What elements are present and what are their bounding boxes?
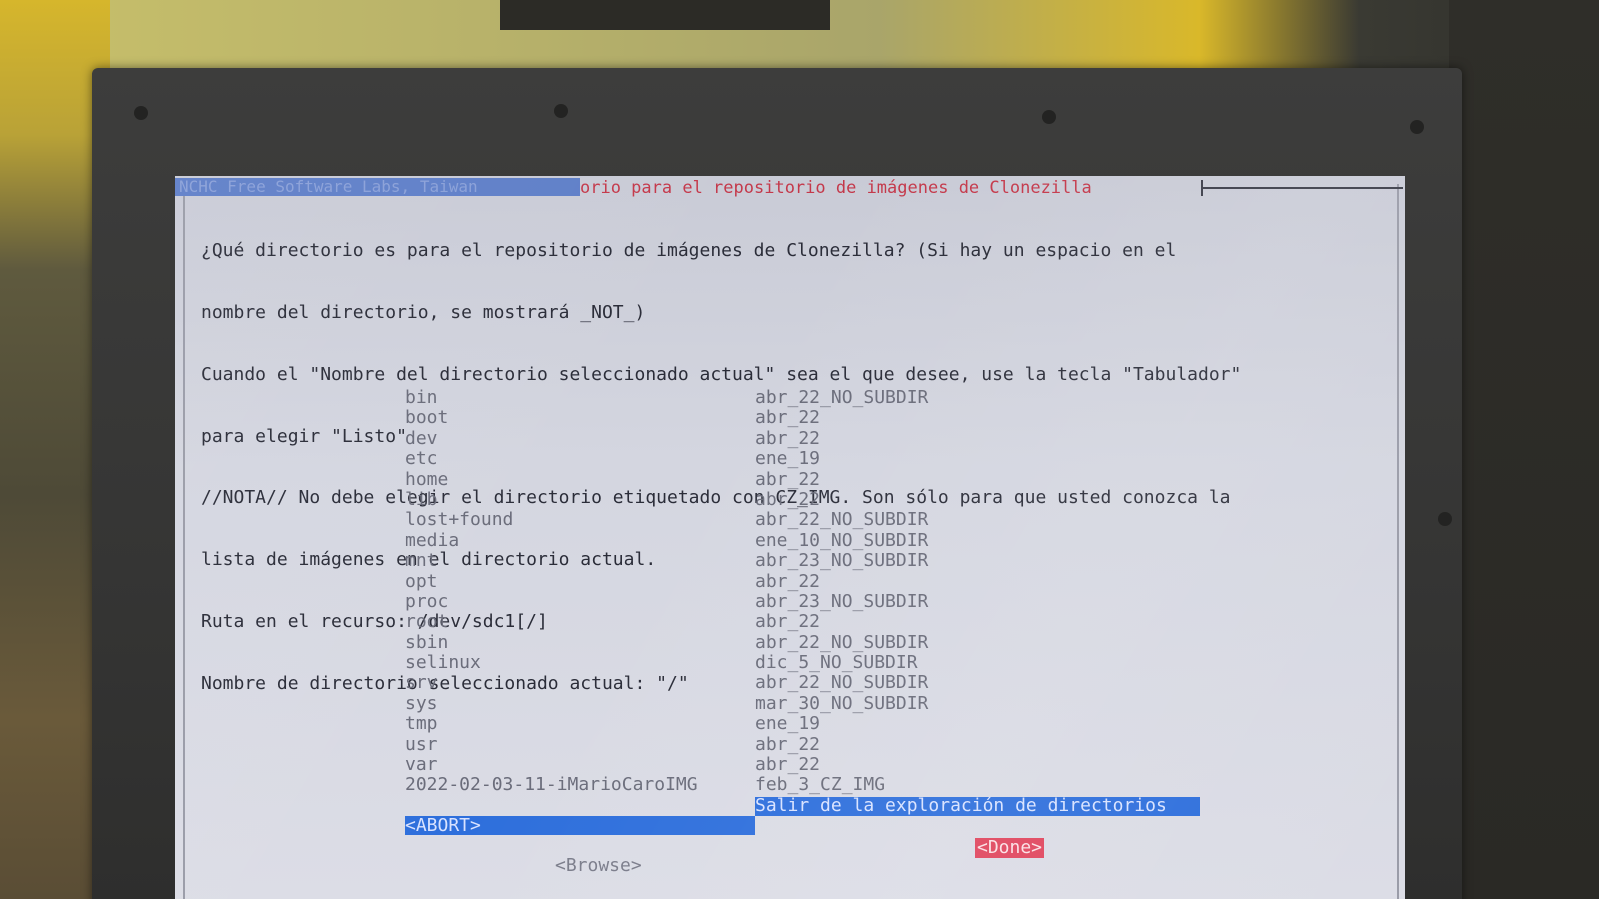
list-item[interactable]: etc ene_19 [405, 449, 1205, 469]
dialog-title-bar: NCHC Free Software Labs, Taiwan orio par… [175, 176, 1405, 200]
done-button[interactable]: <Done> [975, 838, 1045, 858]
bezel-screw [1042, 110, 1056, 124]
list-item[interactable]: lost+found abr_22_NO_SUBDIR [405, 510, 1205, 530]
list-item[interactable]: boot abr_22 [405, 408, 1205, 428]
bezel-screw [134, 106, 148, 120]
list-item-image-dir[interactable]: 2022-02-03-11-iMarioCaroIMG feb_3_CZ_IMG [405, 775, 1205, 795]
directory-list[interactable]: bin abr_22_NO_SUBDIR boot abr_22 dev abr_22… [405, 388, 1205, 837]
bezel-screw [1438, 512, 1452, 526]
browse-button[interactable]: <Browse> [555, 856, 642, 876]
list-item[interactable]: selinux dic_5_NO_SUBDIR [405, 653, 1205, 673]
dialog-title: orio para el repositorio de imágenes de … [580, 178, 1092, 198]
message-line: ¿Qué directorio es para el repositorio d… [201, 240, 1177, 262]
list-item-abort[interactable]: <ABORT> [405, 816, 1205, 836]
list-item[interactable]: dev abr_22 [405, 428, 1205, 449]
list-item[interactable]: mnt abr_23_NO_SUBDIR [405, 551, 1205, 571]
photo-scene: NCHC Free Software Labs, Taiwan orio par… [0, 0, 1599, 899]
bezel-screw [554, 104, 568, 118]
list-item[interactable]: home abr_22 [405, 469, 1205, 490]
list-item[interactable]: sbin abr_22_NO_SUBDIR [405, 632, 1205, 653]
list-item[interactable]: lib abr_22 [405, 489, 1205, 510]
backtitle: NCHC Free Software Labs, Taiwan [175, 178, 580, 196]
monitor-screen: NCHC Free Software Labs, Taiwan orio par… [175, 176, 1405, 899]
list-item[interactable]: media ene_10_NO_SUBDIR [405, 530, 1205, 551]
background-fixture [500, 0, 830, 30]
title-border-line [1203, 187, 1403, 189]
message-line: nombre del directorio, se mostrará _NOT_… [201, 301, 646, 323]
list-item[interactable]: sys mar_30_NO_SUBDIR [405, 693, 1205, 714]
background-wall-right [1449, 0, 1599, 899]
message-line: Cuando el "Nombre del directorio selecci… [201, 363, 1242, 385]
list-item[interactable]: opt abr_22 [405, 571, 1205, 592]
list-item[interactable]: root abr_22 [405, 612, 1205, 632]
list-item[interactable]: bin abr_22_NO_SUBDIR [405, 388, 1205, 408]
list-item[interactable]: var abr_22 [405, 755, 1205, 775]
list-item-exit-selected[interactable]: Salir de la exploración de directorios [405, 795, 1205, 816]
list-item[interactable]: usr abr_22 [405, 734, 1205, 755]
list-item[interactable]: proc abr_23_NO_SUBDIR [405, 591, 1205, 612]
bezel-screw [1410, 120, 1424, 134]
list-item[interactable]: tmp ene_19 [405, 714, 1205, 734]
list-item[interactable]: srv abr_22_NO_SUBDIR [405, 673, 1205, 693]
